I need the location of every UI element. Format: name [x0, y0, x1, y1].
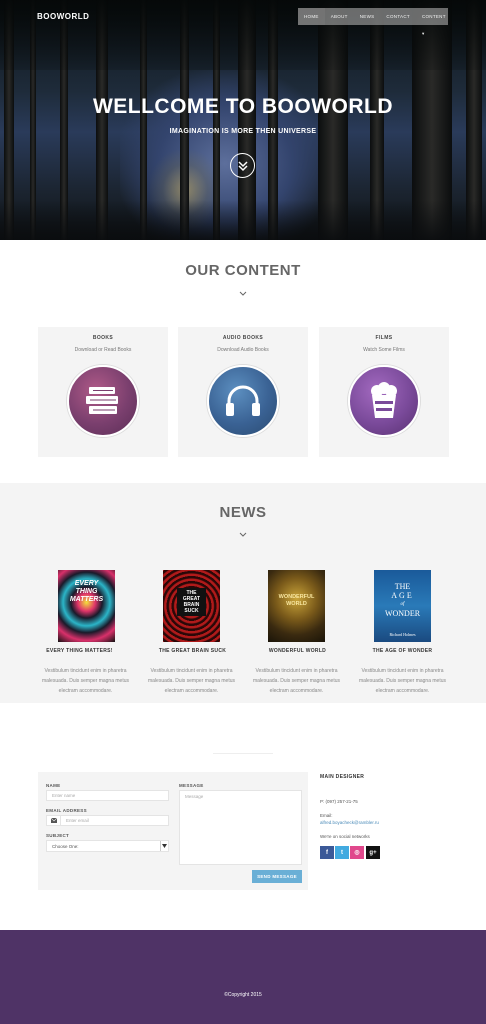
- book-cover-age-of-wonder[interactable]: THE AGE of WONDER Richard Holmes: [374, 570, 431, 642]
- email-input[interactable]: Enter email: [46, 815, 169, 826]
- name-label: NAME: [46, 783, 61, 788]
- cover-text: EVERY: [74, 580, 99, 587]
- card-subtitle: Download or Read Books: [74, 347, 132, 353]
- news-text-line: electram accommodare.: [58, 688, 113, 694]
- news-text-line: malesuada. Duis semper magna metus: [253, 678, 340, 684]
- news-text-line: malesuada. Duis semper magna metus: [42, 678, 129, 684]
- news-text-line: Vestibulum tincidunt enim in pharetra: [44, 668, 127, 674]
- section-divider: [213, 753, 273, 754]
- select-arrow-icon: [160, 841, 168, 851]
- news-text-line: malesuada. Duis semper magna metus: [359, 678, 446, 684]
- designer-phone: P: (097) 257-21-75: [320, 799, 358, 804]
- news-item-title[interactable]: THE AGE OF WONDER: [350, 648, 455, 654]
- news-item-text: Vestibulum tincidunt enim in pharetra ma…: [139, 666, 244, 696]
- chevron-down-icon: [239, 532, 247, 537]
- book-cover-great-brain-suck[interactable]: THE GREAT BRAIN SUCK: [163, 570, 220, 642]
- hero-title: WELLCOME TO BOOWORLD: [92, 95, 394, 118]
- card-subtitle: Download Audio Books: [217, 347, 269, 353]
- subject-label: SUBJECT: [46, 833, 70, 838]
- nav-item-contact[interactable]: CONTACT: [380, 8, 416, 25]
- cover-text: THE: [394, 582, 411, 591]
- email-label: EMAIL ADDRESS: [46, 808, 87, 813]
- nav-item-home[interactable]: HOME: [298, 8, 325, 25]
- social-label: We're on social networks: [320, 834, 370, 839]
- news-text-line: malesuada. Duis semper magna metus: [148, 678, 235, 684]
- designer-email-label: Email:: [320, 813, 333, 818]
- scroll-down-button[interactable]: [230, 153, 255, 178]
- hero-ground: [0, 200, 486, 240]
- news-text-line: electram accommodare.: [164, 688, 219, 694]
- cover-text: WORLD: [286, 601, 307, 607]
- cover-text: AGE: [391, 591, 414, 600]
- content-card-books[interactable]: BOOKS Download or Read Books: [38, 327, 168, 457]
- cover-text: of: [400, 602, 405, 607]
- chevron-down-icon: [239, 291, 247, 296]
- news-item-title[interactable]: EVERY THING MATTERS!: [27, 648, 132, 654]
- card-subtitle: Watch Some Films: [363, 347, 405, 353]
- send-message-button[interactable]: SEND MESSAGE: [252, 870, 302, 883]
- dribbble-icon[interactable]: ◎: [350, 846, 364, 859]
- news-title: NEWS: [219, 504, 267, 521]
- news-text-line: Vestibulum tincidunt enim in pharetra: [361, 668, 444, 674]
- double-chevron-down-icon: [237, 160, 248, 171]
- nav-item-news[interactable]: NEWS: [354, 8, 381, 25]
- news-item-text: Vestibulum tincidunt enim in pharetra ma…: [244, 666, 349, 696]
- book-cover-wonderful-world[interactable]: WONDERFUL WORLD: [268, 570, 325, 642]
- twitter-icon[interactable]: t: [335, 846, 349, 859]
- nav-item-about[interactable]: ABOUT: [325, 8, 354, 25]
- designer-email-link[interactable]: alfred.boyacheck@rambler.ru: [320, 820, 379, 825]
- cover-author: Richard Holmes: [389, 632, 416, 637]
- cover-text: WONDERFUL: [278, 594, 315, 600]
- news-item-title[interactable]: WONDERFUL WORLD: [245, 648, 350, 654]
- popcorn-icon: [348, 365, 420, 437]
- subject-value: Choose One:: [52, 843, 79, 849]
- hero-subtitle: IMAGINATION IS MORE THEN UNIVERSE: [169, 128, 317, 135]
- cover-text: THING: [75, 588, 98, 595]
- card-title: BOOKS: [92, 335, 114, 341]
- cover-text: MATTERS: [69, 596, 104, 603]
- news-item-text: Vestibulum tincidunt enim in pharetra ma…: [350, 666, 455, 696]
- news-text-line: Vestibulum tincidunt enim in pharetra: [150, 668, 233, 674]
- news-item-text: Vestibulum tincidunt enim in pharetra ma…: [33, 666, 138, 696]
- content-card-films[interactable]: FILMS Watch Some Films: [319, 327, 449, 457]
- message-label: MESSAGE: [179, 783, 204, 788]
- googleplus-icon[interactable]: g+: [366, 846, 380, 859]
- news-text-line: electram accommodare.: [269, 688, 324, 694]
- footer: [0, 930, 486, 1024]
- copyright-text: ©Copyright 2015: [224, 992, 262, 998]
- designer-title: MAIN DESIGNER: [320, 774, 365, 780]
- news-item-title[interactable]: THE GREAT BRAIN SUCK: [140, 648, 245, 654]
- books-icon: [67, 365, 139, 437]
- cover-text: SUCK: [184, 608, 199, 614]
- hero-section: BOOWORLD HOME ABOUT NEWS CONTACT CONTENT…: [0, 0, 486, 240]
- headphones-icon: [207, 365, 279, 437]
- book-cover-every-thing-matters[interactable]: EVERY THING MATTERS: [58, 570, 115, 642]
- news-text-line: electram accommodare.: [375, 688, 430, 694]
- card-title: FILMS: [375, 335, 393, 341]
- card-title: AUDIO BOOKS: [222, 335, 264, 341]
- name-input[interactable]: Enter name: [46, 790, 169, 801]
- envelope-icon: [47, 816, 61, 825]
- facebook-icon[interactable]: f: [320, 846, 334, 859]
- content-title: OUR CONTENT: [185, 262, 301, 279]
- cover-text: WONDER: [384, 609, 421, 618]
- news-text-line: Vestibulum tincidunt enim in pharetra: [255, 668, 338, 674]
- subject-select[interactable]: Choose One:: [46, 840, 169, 852]
- message-textarea[interactable]: Message: [179, 790, 302, 865]
- content-card-audio-books[interactable]: AUDIO BOOKS Download Audio Books: [178, 327, 308, 457]
- nav-item-content[interactable]: CONTENT ▾: [416, 8, 452, 36]
- main-nav: HOME ABOUT NEWS CONTACT CONTENT ▾: [298, 8, 448, 36]
- site-logo[interactable]: BOOWORLD: [37, 12, 89, 21]
- email-placeholder: Enter email: [66, 818, 89, 823]
